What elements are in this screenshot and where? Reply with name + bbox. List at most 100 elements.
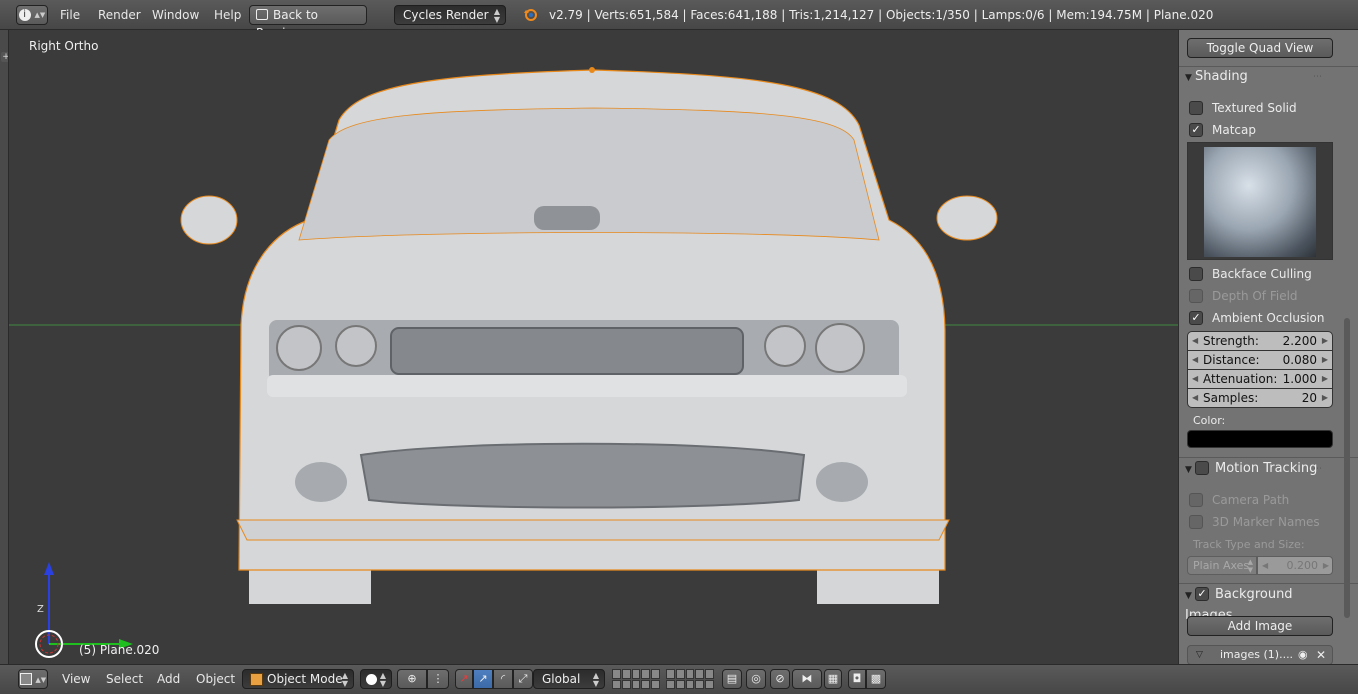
viewport-canvas[interactable]: Z <box>9 30 1179 664</box>
layer-cell[interactable] <box>675 669 685 679</box>
snap-toggle-button[interactable]: ⊘ <box>770 669 790 689</box>
increment-arrow-icon[interactable]: ▶ <box>1322 332 1328 350</box>
decrement-arrow-icon[interactable]: ◀ <box>1192 351 1198 369</box>
menu-object[interactable]: Object <box>196 672 235 686</box>
car-model[interactable] <box>180 67 998 604</box>
textured-solid-checkbox[interactable]: Textured Solid <box>1189 100 1297 118</box>
layer-cell[interactable] <box>705 669 714 679</box>
layer-cell[interactable] <box>695 679 705 689</box>
info-icon: i <box>18 9 31 21</box>
layer-cell[interactable] <box>641 679 651 689</box>
layer-cell[interactable] <box>631 669 641 679</box>
shading-panel-header[interactable]: ▼ Shading ⋯ <box>1185 67 1335 87</box>
collapse-triangle-icon[interactable]: ▼ <box>1185 586 1195 606</box>
viewport-shading-dropdown[interactable]: ▲ ▼ <box>360 669 392 689</box>
layer-cell[interactable] <box>705 679 714 689</box>
backface-culling-checkbox[interactable]: Backface Culling <box>1189 266 1312 284</box>
layer-cell[interactable] <box>621 669 631 679</box>
layer-cell[interactable] <box>641 669 651 679</box>
attenuation-value: 1.000 <box>1282 372 1317 386</box>
checkmark-icon[interactable]: ✓ <box>1189 310 1203 325</box>
matcap-checkbox[interactable]: ✓ Matcap <box>1189 122 1256 140</box>
ao-samples-field[interactable]: ◀ Samples: 20 ▶ <box>1187 388 1333 408</box>
scene-layers-right[interactable] <box>666 669 714 689</box>
increment-arrow-icon[interactable]: ▶ <box>1322 351 1328 369</box>
eye-icon[interactable]: ◉ <box>1298 646 1308 664</box>
layer-cell[interactable] <box>651 679 660 689</box>
proportional-edit-button[interactable]: ◎ <box>746 669 766 689</box>
layer-cell[interactable] <box>666 679 675 689</box>
background-images-panel-header[interactable]: ▼✓Background Images <box>1185 585 1335 623</box>
snap-target-button[interactable]: ▦ <box>824 669 842 689</box>
opengl-render-image-button[interactable]: ◘ <box>848 669 866 689</box>
properties-scrollbar[interactable] <box>1344 318 1350 618</box>
layer-cell[interactable] <box>685 679 695 689</box>
3d-viewport[interactable]: Z Right Ortho (5) Plane.020 <box>8 30 1179 664</box>
layer-cell[interactable] <box>666 669 675 679</box>
render-engine-label: Cycles Render <box>403 8 489 22</box>
scene-layers-left[interactable] <box>612 669 660 689</box>
matcap-label: Matcap <box>1212 123 1256 137</box>
menu-help[interactable]: Help <box>214 8 241 22</box>
interaction-mode-dropdown[interactable]: Object Mode ▲ ▼ <box>242 669 354 689</box>
checkmark-icon[interactable]: ✓ <box>1195 586 1209 601</box>
pivot-point-button[interactable]: ⊕ <box>397 669 427 689</box>
toolshelf-collapsed[interactable]: + <box>0 30 11 664</box>
track-type-value: Plain Axes <box>1193 559 1250 572</box>
manipulator-toggle-button[interactable]: ↗ <box>455 669 473 689</box>
drag-grip-icon[interactable]: ⋯ <box>1313 67 1322 87</box>
close-icon[interactable]: ✕ <box>1316 646 1326 664</box>
distance-label: Distance: <box>1203 353 1260 367</box>
menu-file[interactable]: File <box>60 8 80 22</box>
layer-cell[interactable] <box>675 679 685 689</box>
checkbox-icon[interactable] <box>1189 266 1203 281</box>
layer-cell[interactable] <box>631 679 641 689</box>
ambient-occlusion-checkbox[interactable]: ✓ Ambient Occlusion <box>1189 310 1324 328</box>
increment-arrow-icon[interactable]: ▶ <box>1322 370 1328 388</box>
layer-cell[interactable] <box>612 679 621 689</box>
editor-type-button[interactable]: ▲▼ <box>18 669 48 689</box>
layer-cell[interactable] <box>612 669 621 679</box>
rotate-manipulator-button[interactable]: ◜ <box>493 669 513 689</box>
lock-camera-button[interactable]: ▤ <box>722 669 742 689</box>
layer-cell[interactable] <box>651 669 660 679</box>
transform-orientation-dropdown[interactable]: Global ▲ ▼ <box>533 669 605 689</box>
matcap-preview[interactable] <box>1187 142 1333 260</box>
ao-color-swatch[interactable] <box>1187 430 1333 448</box>
scale-manipulator-button[interactable]: ⤢ <box>513 669 533 689</box>
pivot-options-icon: ⋮ <box>432 672 444 685</box>
translate-manipulator-button[interactable]: ↗ <box>473 669 493 689</box>
checkbox-icon[interactable] <box>1189 100 1203 115</box>
opengl-render-animation-button[interactable]: ▩ <box>866 669 886 689</box>
add-image-button[interactable]: Add Image <box>1187 616 1333 636</box>
ao-strength-field[interactable]: ◀ Strength: 2.200 ▶ <box>1187 331 1333 351</box>
ao-distance-field[interactable]: ◀ Distance: 0.080 ▶ <box>1187 350 1333 370</box>
checkbox-icon[interactable] <box>1195 460 1209 475</box>
menu-render[interactable]: Render <box>98 8 141 22</box>
expand-triangle-icon[interactable]: ▽ <box>1196 646 1203 664</box>
decrement-arrow-icon[interactable]: ◀ <box>1192 389 1198 407</box>
layer-cell[interactable] <box>621 679 631 689</box>
layer-cell[interactable] <box>695 669 705 679</box>
menu-window[interactable]: Window <box>152 8 199 22</box>
motion-tracking-panel-header[interactable]: ▼ Motion Tracking ⋯ <box>1185 459 1335 479</box>
increment-arrow-icon[interactable]: ▶ <box>1322 389 1328 407</box>
layer-cell[interactable] <box>685 669 695 679</box>
checkmark-icon[interactable]: ✓ <box>1189 122 1203 137</box>
collapse-triangle-icon[interactable]: ▼ <box>1185 460 1195 480</box>
menu-add[interactable]: Add <box>157 672 180 686</box>
editor-type-info-button[interactable]: i ▲▼ <box>16 5 48 25</box>
menu-view[interactable]: View <box>62 672 90 686</box>
snap-to-button[interactable]: ⋮ <box>427 669 449 689</box>
menu-select[interactable]: Select <box>106 672 143 686</box>
toggle-quad-view-button[interactable]: Toggle Quad View <box>1187 38 1333 58</box>
drag-grip-icon[interactable]: ⋯ <box>1313 459 1322 479</box>
back-to-previous-button[interactable]: Back to Previous <box>249 5 367 40</box>
background-image-item[interactable]: ▽ images (1).... ◉ ✕ <box>1187 645 1333 664</box>
ao-attenuation-field[interactable]: ◀ Attenuation: 1.000 ▶ <box>1187 369 1333 389</box>
snap-element-dropdown[interactable]: ⧓ <box>792 669 822 689</box>
collapse-triangle-icon[interactable]: ▼ <box>1185 68 1195 88</box>
decrement-arrow-icon[interactable]: ◀ <box>1192 332 1198 350</box>
decrement-arrow-icon[interactable]: ◀ <box>1192 370 1198 388</box>
render-engine-dropdown[interactable]: Cycles Render ▲ ▼ <box>394 5 506 25</box>
